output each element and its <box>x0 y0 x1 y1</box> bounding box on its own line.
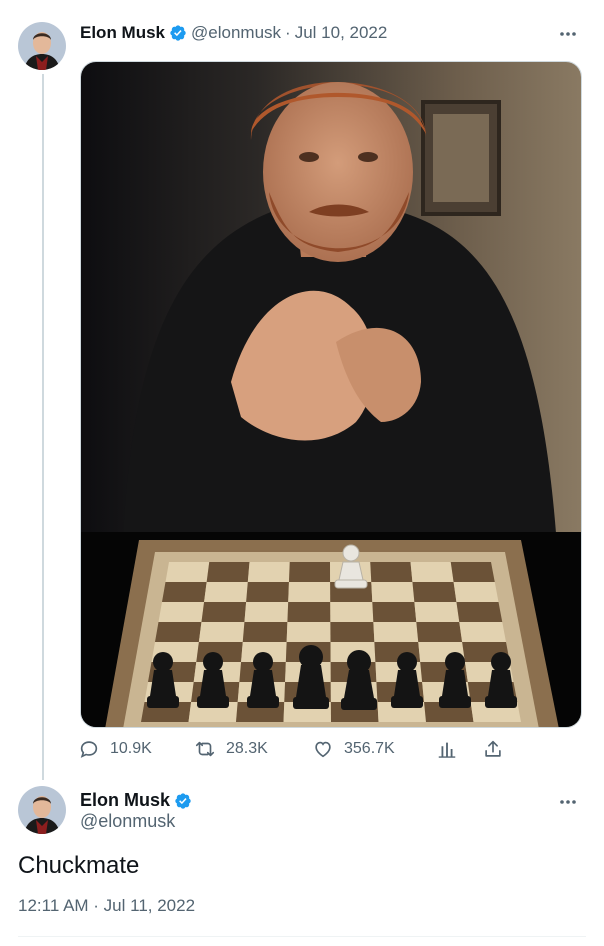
author-handle[interactable]: @elonmusk <box>80 811 175 832</box>
retweet-button[interactable]: 28.3K <box>194 738 268 760</box>
chess-square <box>287 602 331 622</box>
more-options-icon[interactable] <box>558 792 578 812</box>
author-handle[interactable]: @elonmusk <box>191 23 281 43</box>
chess-square <box>370 562 413 582</box>
tweet-text: Chuckmate <box>18 852 140 879</box>
chess-square <box>165 562 210 582</box>
share-icon <box>485 740 501 757</box>
chess-square <box>244 602 289 622</box>
chess-square <box>288 582 331 602</box>
like-button[interactable]: 356.7K <box>312 738 395 760</box>
chess-square <box>412 582 457 602</box>
chess-square <box>206 562 250 582</box>
verified-badge-icon <box>169 24 187 42</box>
retweet-icon <box>195 741 215 757</box>
heart-icon <box>315 741 331 758</box>
chess-square <box>198 622 245 642</box>
retweet-count: 28.3K <box>226 740 268 757</box>
tweet-header: Elon Musk @elonmusk · Jul 10, 2022 <box>80 23 387 43</box>
thread-connector-line <box>42 74 44 780</box>
author-name[interactable]: Elon Musk <box>80 790 170 811</box>
chess-square <box>242 622 288 642</box>
chess-square <box>373 622 419 642</box>
chess-square <box>247 562 290 582</box>
reply-count: 10.9K <box>110 740 152 757</box>
chess-square <box>330 602 374 622</box>
chess-square <box>410 562 454 582</box>
tweet-media-photo[interactable] <box>80 61 582 728</box>
tweet-actions-bar: 10.9K 28.3K 356.7K <box>78 738 508 768</box>
chess-square <box>155 622 202 642</box>
analytics-icon <box>438 742 456 758</box>
tweet-timestamp[interactable]: 12:11 AM · Jul 11, 2022 <box>18 896 195 916</box>
reply-header: Elon Musk <box>80 790 192 811</box>
chess-square <box>453 582 499 602</box>
chess-square <box>372 602 417 622</box>
chess-square <box>162 582 207 602</box>
reply-button[interactable]: 10.9K <box>78 738 152 760</box>
reply-icon <box>80 741 98 758</box>
chess-square <box>286 622 331 642</box>
chess-square <box>246 582 289 602</box>
tweet-date[interactable]: Jul 10, 2022 <box>295 23 388 43</box>
views-analytics-button[interactable] <box>436 738 468 760</box>
divider <box>18 936 586 937</box>
chess-square <box>288 562 331 582</box>
avatar[interactable] <box>18 786 66 834</box>
avatar[interactable] <box>18 22 66 70</box>
chess-square <box>459 622 506 642</box>
author-name[interactable]: Elon Musk <box>80 23 165 43</box>
chess-square <box>330 622 375 642</box>
chess-square <box>416 622 463 642</box>
chess-square <box>204 582 248 602</box>
more-options-icon[interactable] <box>558 24 578 44</box>
share-button[interactable] <box>482 738 514 760</box>
chess-square <box>371 582 415 602</box>
verified-badge-icon <box>174 792 192 810</box>
chess-square <box>158 602 205 622</box>
like-count: 356.7K <box>344 740 395 757</box>
chess-square <box>456 602 503 622</box>
chess-square <box>201 602 247 622</box>
chess-square <box>414 602 460 622</box>
separator-dot: · <box>285 23 291 42</box>
chess-photo-illustration <box>81 62 581 727</box>
chess-square <box>450 562 495 582</box>
